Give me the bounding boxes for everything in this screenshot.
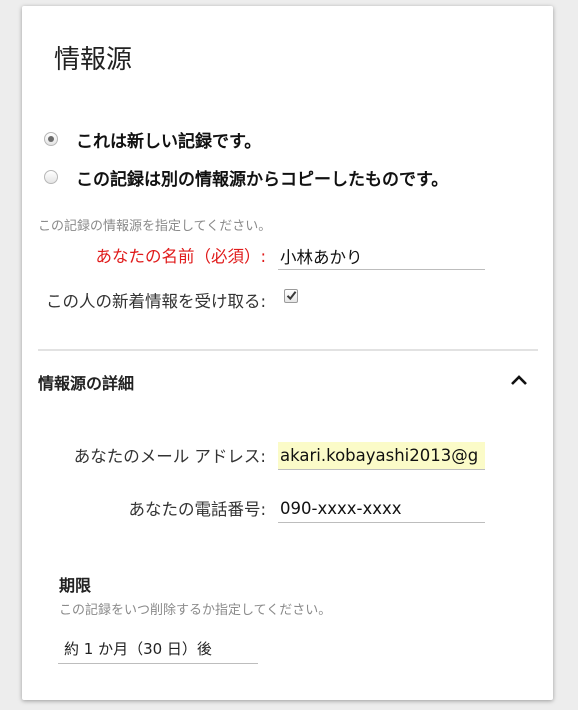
subscribe-checkbox[interactable] [284, 289, 298, 303]
details-section-title: 情報源の詳細 [38, 374, 135, 393]
source-panel: 情報源 これは新しい記録です。 この記録は別の情報源からコピーしたものです。 こ… [22, 6, 553, 700]
source-hint: この記録の情報源を指定してください。 [38, 219, 272, 234]
radio-option-copied-record[interactable]: この記録は別の情報源からコピーしたものです。 [44, 165, 448, 190]
radio-option-new-record[interactable]: これは新しい記録です。 [44, 127, 261, 152]
copied-record-label[interactable]: この記録は別の情報源からコピーしたものです。 [76, 165, 448, 190]
deadline-title: 期限 [59, 576, 92, 595]
new-record-label[interactable]: これは新しい記録です。 [76, 127, 261, 152]
panel-title: 情報源 [54, 45, 133, 75]
checkmark-icon [286, 291, 297, 301]
phone-input[interactable] [278, 495, 485, 523]
email-field-label: あなたのメール アドレス: [73, 447, 266, 466]
name-input[interactable] [278, 242, 485, 270]
subscribe-label: この人の新着情報を受け取る: [45, 292, 266, 311]
section-divider [38, 349, 538, 351]
copied-record-radio[interactable] [44, 170, 58, 184]
collapse-chevron-icon[interactable] [509, 372, 529, 388]
deadline-hint: この記録をいつ削除するか指定してください。 [59, 603, 332, 618]
new-record-radio[interactable] [44, 132, 58, 146]
deadline-select[interactable]: 約 1 か月（30 日）後 [58, 634, 258, 664]
phone-field-label: あなたの電話番号: [128, 500, 266, 519]
name-field-label: あなたの名前（必須）: [95, 247, 266, 266]
email-input[interactable] [278, 442, 485, 470]
